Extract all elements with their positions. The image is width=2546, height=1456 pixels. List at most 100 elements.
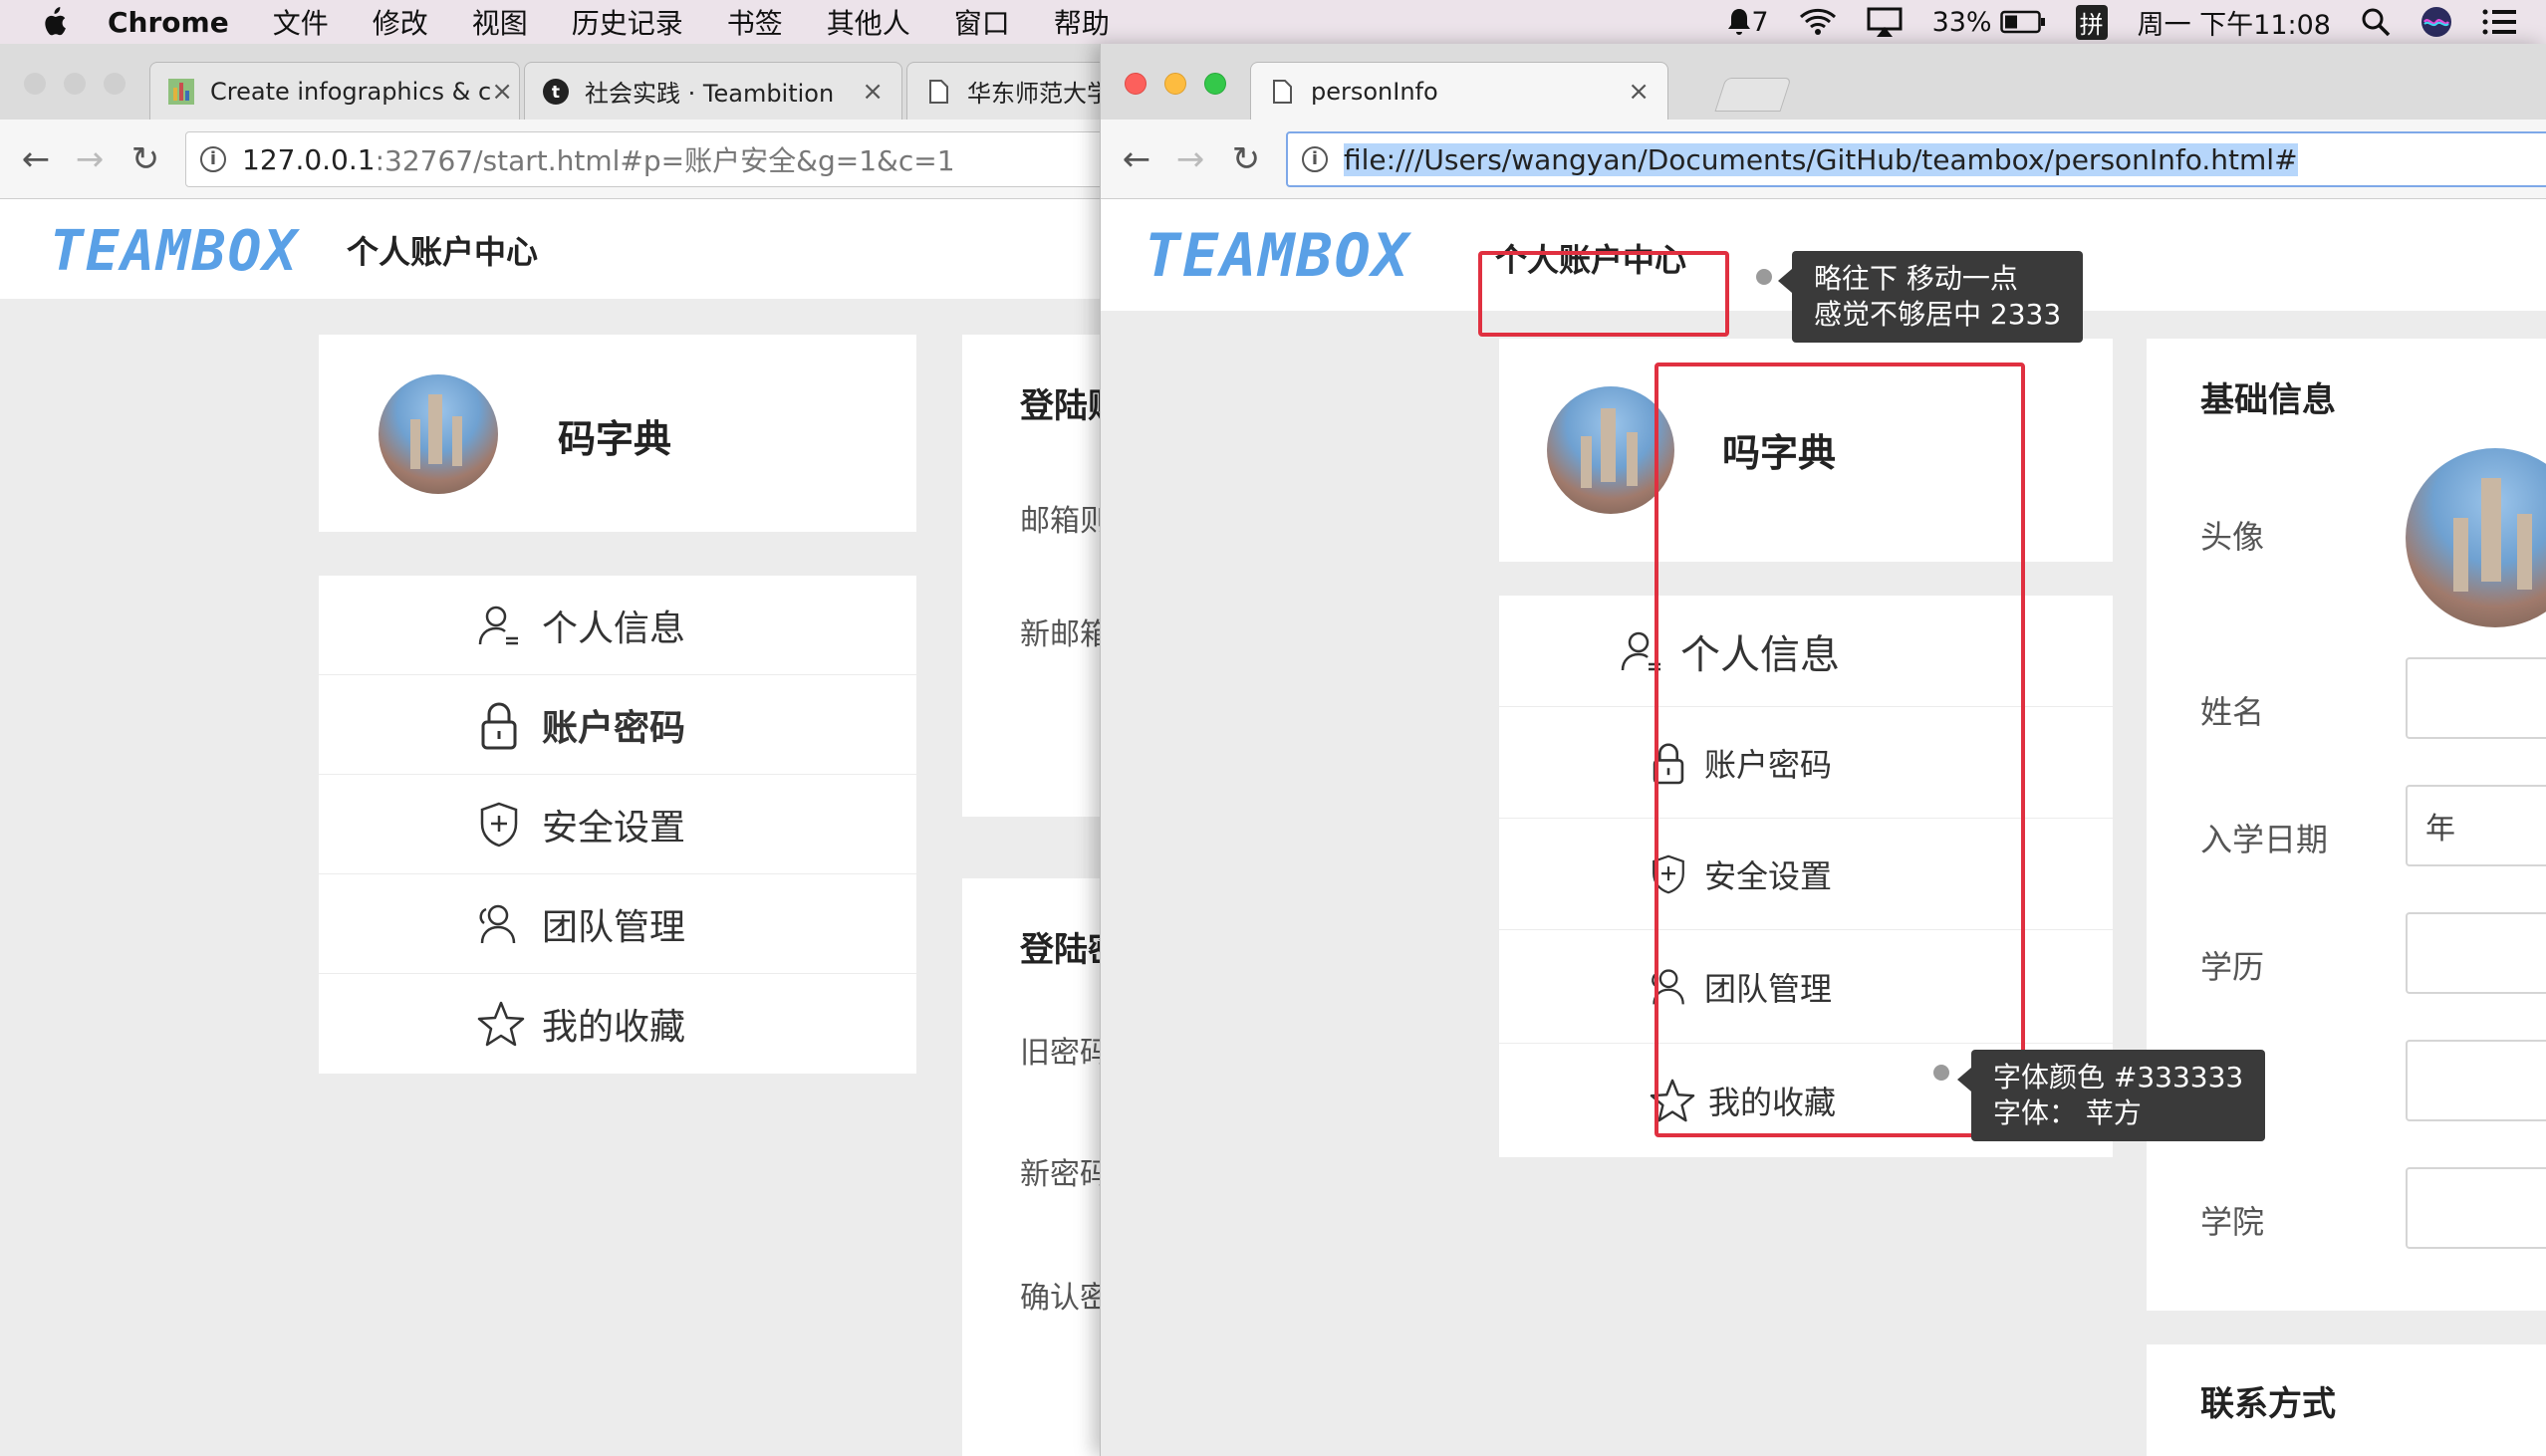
annotation-text: 字体： 苹方 bbox=[1993, 1096, 2142, 1129]
basic-info-card: 基础信息 头像 姓名 入学日期 年 学历 学校 学院 bbox=[2147, 339, 2546, 1311]
school-input[interactable] bbox=[2406, 1040, 2546, 1121]
menu-file[interactable]: 文件 bbox=[273, 2, 329, 42]
siri-icon[interactable] bbox=[2420, 6, 2452, 38]
airplay-icon[interactable] bbox=[1867, 7, 1903, 37]
input-method-indicator[interactable]: 拼 bbox=[2075, 4, 2108, 40]
field-label-college: 学院 bbox=[2200, 1203, 2265, 1241]
zoom-window-button[interactable] bbox=[104, 73, 126, 95]
battery-percent: 33% bbox=[1931, 6, 1992, 38]
annotation-text: 略往下 移动一点 bbox=[1814, 262, 2018, 295]
front-toolbar: ← → ↻ i file:///Users/wangyan/Documents/… bbox=[1101, 120, 2546, 199]
url-path: :32767/start.html#p=账户安全&g=1&c=1 bbox=[375, 144, 955, 177]
annotation-marker bbox=[1933, 1065, 1949, 1081]
tab-title: 华东师范大学 bbox=[967, 80, 1106, 108]
zoom-window-button[interactable] bbox=[1204, 73, 1226, 95]
back-browser-window: Create infographics & c × t 社会实践 · Teamb… bbox=[0, 44, 1106, 1456]
section-title: 基础信息 bbox=[2200, 380, 2336, 420]
nav-label: 我的收藏 bbox=[542, 1007, 686, 1048]
teambox-logo[interactable]: TEAMBOX bbox=[1145, 221, 1410, 291]
notification-status[interactable]: 7 bbox=[1727, 7, 1769, 38]
address-bar[interactable]: i file:///Users/wangyan/Documents/GitHub… bbox=[1286, 131, 2546, 187]
wifi-icon[interactable] bbox=[1799, 8, 1837, 36]
site-info-icon[interactable]: i bbox=[200, 146, 226, 172]
page-header: TEAMBOX 个人账户中心 bbox=[0, 199, 1106, 299]
tab-infographics[interactable]: Create infographics & c × bbox=[149, 62, 520, 120]
name-input[interactable] bbox=[2406, 657, 2546, 739]
page-title: 个人账户中心 bbox=[347, 233, 539, 271]
section-title: 登陆密 bbox=[1020, 930, 1106, 970]
annotation-marker bbox=[1756, 269, 1772, 285]
bell-icon bbox=[1728, 9, 1751, 35]
menu-history[interactable]: 历史记录 bbox=[572, 2, 683, 42]
field-label: 新密码 bbox=[1020, 1157, 1106, 1192]
close-window-button[interactable] bbox=[24, 73, 46, 95]
new-tab-button[interactable] bbox=[1714, 78, 1792, 112]
nav-item-security-settings[interactable]: 安全设置 bbox=[319, 775, 916, 874]
degree-input[interactable] bbox=[2406, 912, 2546, 994]
tab-title: Create infographics & c bbox=[210, 77, 492, 106]
forward-arrow-icon[interactable]: → bbox=[70, 139, 110, 179]
minimize-window-button[interactable] bbox=[1164, 73, 1186, 95]
url-host: 127.0.0.1 bbox=[242, 142, 376, 176]
reload-icon[interactable]: ↻ bbox=[1226, 139, 1266, 179]
college-input[interactable] bbox=[2406, 1167, 2546, 1249]
menu-bar: Chrome 文件 修改 视图 历史记录 书签 其他人 窗口 帮助 7 33% … bbox=[0, 0, 2546, 44]
star-icon bbox=[477, 1001, 525, 1047]
nav-label: 账户密码 bbox=[542, 707, 686, 749]
teambition-favicon-icon: t bbox=[543, 78, 569, 105]
login-email-card: 登陆账 邮箱则 新邮箱 bbox=[962, 335, 1106, 817]
nav-item-account-password[interactable]: 账户密码 bbox=[319, 675, 916, 775]
menu-bookmarks[interactable]: 书签 bbox=[727, 2, 783, 42]
close-tab-icon[interactable]: × bbox=[1628, 77, 1650, 107]
menu-window[interactable]: 窗口 bbox=[954, 2, 1010, 42]
close-tab-icon[interactable]: × bbox=[862, 77, 884, 107]
nav-item-favorites[interactable]: 我的收藏 bbox=[319, 974, 916, 1074]
url-text: file:///Users/wangyan/Documents/GitHub/t… bbox=[1344, 142, 2298, 176]
tab-teambition[interactable]: t 社会实践 · Teambition × bbox=[524, 62, 902, 120]
annotation-tooltip: 字体颜色 #333333 字体： 苹方 bbox=[1956, 1050, 2266, 1141]
nav-label: 个人信息 bbox=[542, 607, 686, 649]
infogram-favicon-icon bbox=[168, 78, 194, 105]
nav-item-personal-info[interactable]: 个人信息 bbox=[319, 576, 916, 675]
annotation-highlight-title bbox=[1478, 251, 1729, 337]
tab-title: personInfo bbox=[1311, 77, 1438, 106]
username: 码字典 bbox=[558, 417, 672, 461]
menu-edit[interactable]: 修改 bbox=[373, 2, 428, 42]
address-bar[interactable]: i 127.0.0.1:32767/start.html#p=账户安全&g=1&… bbox=[185, 131, 1106, 187]
minimize-window-button[interactable] bbox=[64, 73, 86, 95]
nav-label: 安全设置 bbox=[542, 807, 686, 849]
menu-view[interactable]: 视图 bbox=[472, 2, 528, 42]
avatar-large[interactable] bbox=[2406, 448, 2546, 627]
spotlight-search-icon[interactable] bbox=[2361, 7, 2391, 37]
window-controls bbox=[24, 73, 126, 95]
page-favicon-icon bbox=[929, 79, 948, 104]
teambox-logo[interactable]: TEAMBOX bbox=[50, 219, 299, 284]
forward-arrow-icon[interactable]: → bbox=[1170, 139, 1210, 179]
login-password-card: 登陆密 旧密码 新密码 确认密 bbox=[962, 878, 1106, 1456]
side-nav: 个人信息 账户密码 安全设置 团队管理 我的收藏 bbox=[319, 576, 916, 1074]
menu-people[interactable]: 其他人 bbox=[827, 2, 910, 42]
menu-app-name[interactable]: Chrome bbox=[108, 6, 229, 39]
front-browser-window: personInfo × ← → ↻ i file:///Users/wangy… bbox=[1100, 44, 2546, 1456]
nav-label: 团队管理 bbox=[542, 906, 686, 948]
tab-ecnu[interactable]: 华东师范大学 bbox=[906, 62, 1106, 120]
nav-item-team-management[interactable]: 团队管理 bbox=[319, 874, 916, 974]
site-info-icon[interactable]: i bbox=[1302, 146, 1328, 172]
lock-icon bbox=[481, 702, 517, 749]
menu-help[interactable]: 帮助 bbox=[1054, 2, 1110, 42]
back-arrow-icon[interactable]: ← bbox=[1117, 139, 1156, 179]
tab-personinfo[interactable]: personInfo × bbox=[1250, 62, 1668, 120]
close-window-button[interactable] bbox=[1125, 73, 1146, 95]
reload-icon[interactable]: ↻ bbox=[126, 139, 165, 179]
back-arrow-icon[interactable]: ← bbox=[16, 139, 56, 179]
annotation-tooltip: 略往下 移动一点 感觉不够居中 2333 bbox=[1777, 251, 2084, 343]
notification-center-icon[interactable] bbox=[2482, 8, 2516, 36]
enroll-year-select[interactable]: 年 bbox=[2406, 785, 2546, 866]
close-tab-icon[interactable]: × bbox=[491, 77, 513, 107]
apple-icon[interactable] bbox=[40, 7, 68, 37]
battery-icon bbox=[1999, 10, 2045, 34]
section-title: 登陆账 bbox=[1020, 386, 1106, 426]
battery-status[interactable]: 33% bbox=[1932, 7, 2046, 38]
field-label-degree: 学历 bbox=[2200, 948, 2265, 986]
clock[interactable]: 周一 下午11:08 bbox=[2138, 3, 2331, 42]
